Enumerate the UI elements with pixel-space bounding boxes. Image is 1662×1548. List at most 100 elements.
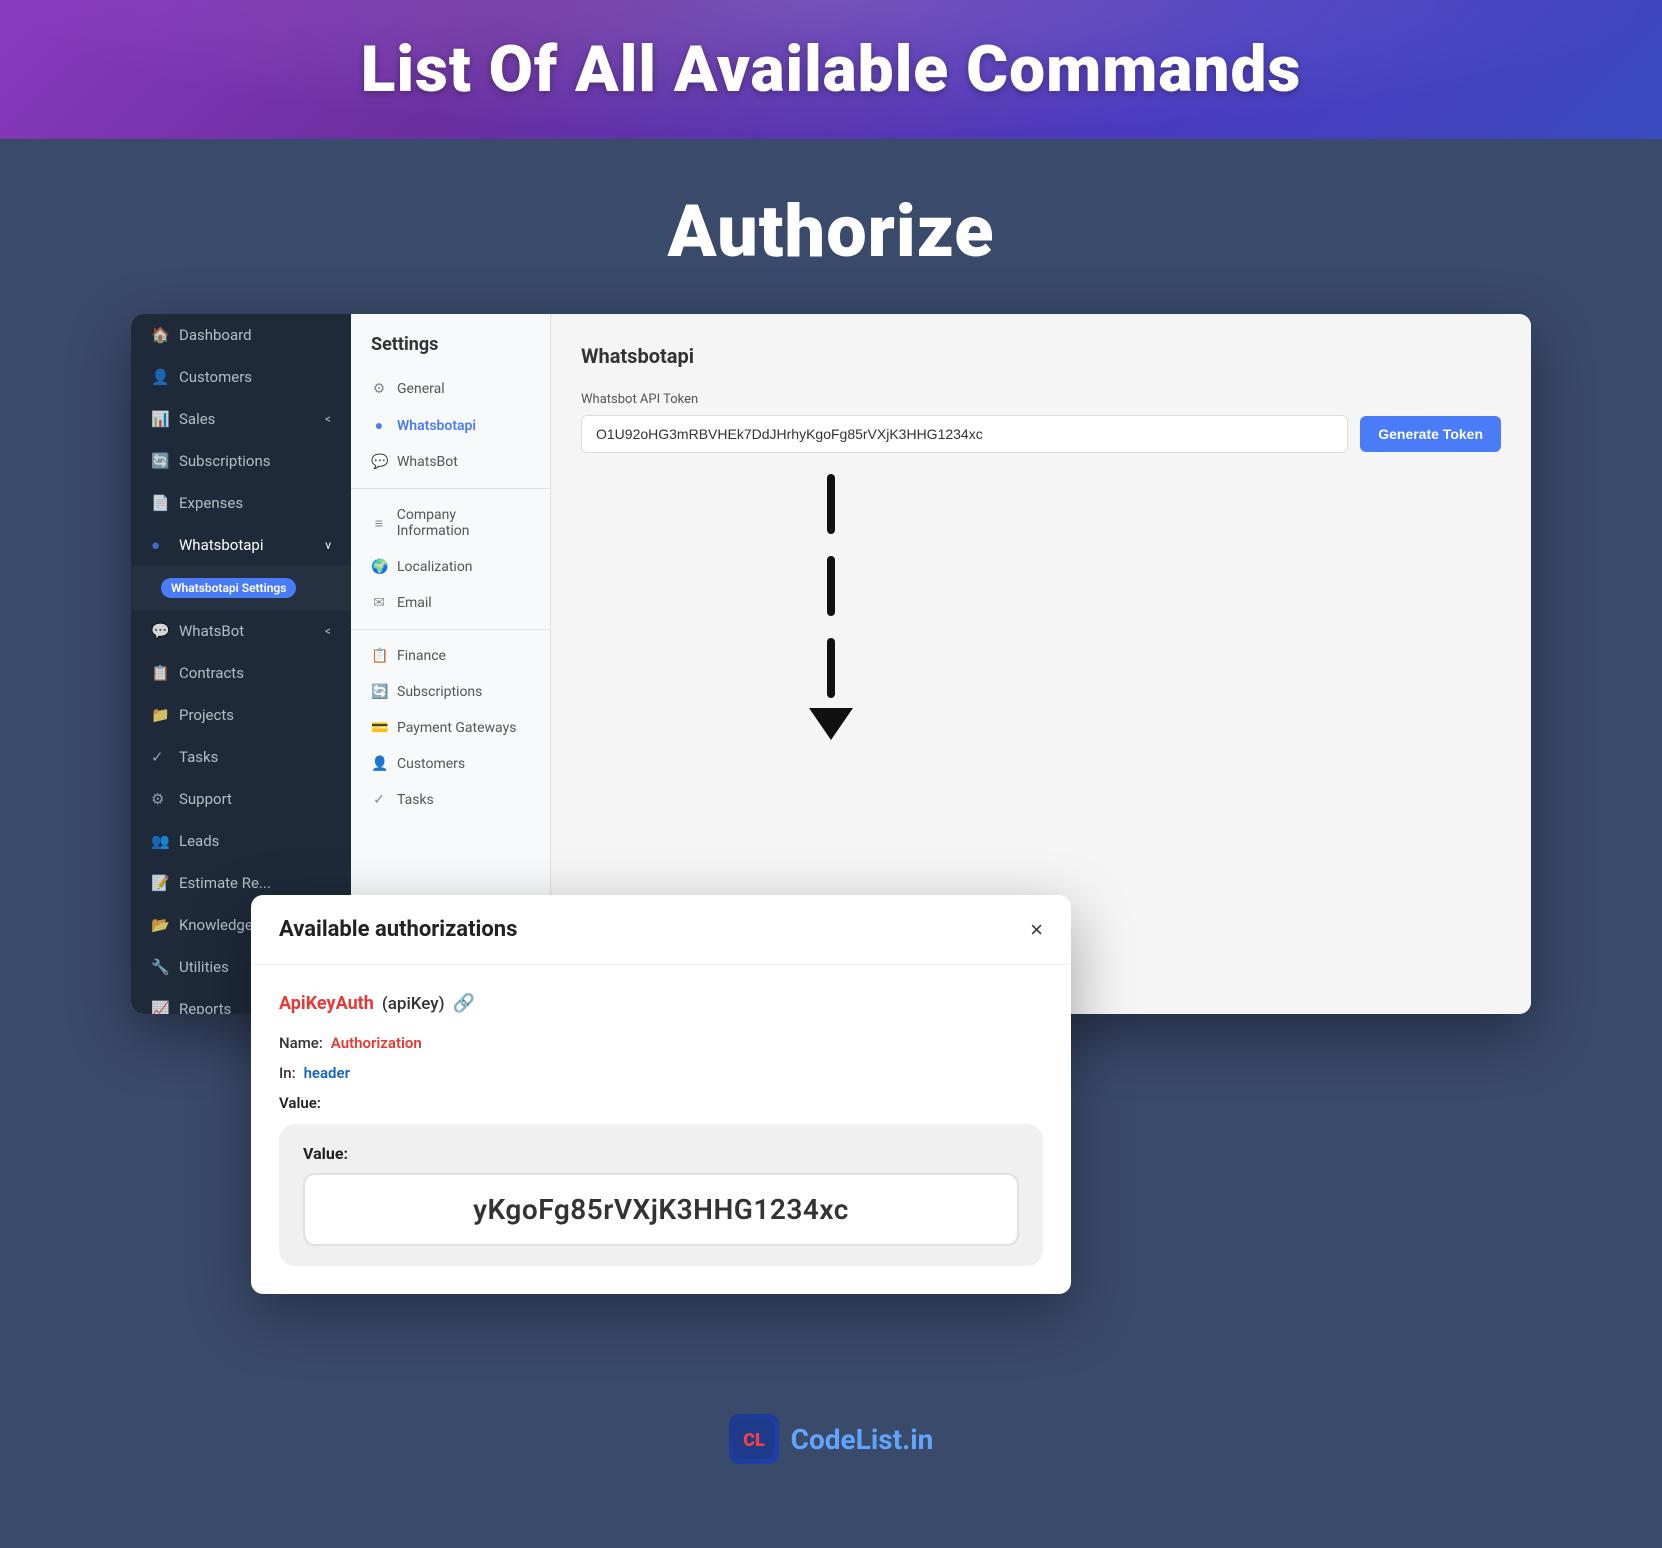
main-panel-title: Whatsbotapi [581, 344, 1501, 368]
svg-text:CL: CL [743, 1430, 765, 1451]
sidebar-item-dashboard[interactable]: 🏠 Dashboard [131, 314, 351, 356]
footer-brand-domain: .in [902, 1423, 933, 1456]
settings-panel-title: Settings [351, 334, 550, 371]
settings-item-label: WhatsBot [397, 454, 458, 470]
settings-item-label: Payment Gateways [397, 720, 516, 736]
payment-icon: 💳 [371, 720, 387, 736]
sidebar-item-label: Sales [179, 410, 215, 428]
settings-item-label: Whatsbotapi [397, 418, 476, 434]
token-section: Whatsbot API Token Generate Token [581, 392, 1501, 453]
settings-item-label: Tasks [397, 792, 434, 808]
settings-item-label: Subscriptions [397, 684, 482, 700]
contracts-icon: 📋 [151, 664, 169, 682]
sidebar-item-label: Utilities [179, 958, 229, 976]
settings-item-general[interactable]: ⚙ General [351, 371, 550, 407]
leads-icon: 👥 [151, 832, 169, 850]
email-icon: ✉ [371, 595, 387, 611]
whatsbot-settings-icon: 💬 [371, 454, 387, 470]
sidebar-item-whatsbotapi-settings[interactable]: Whatsbotapi Settings [131, 566, 351, 610]
sidebar-item-label: Projects [179, 706, 234, 724]
sidebar-item-whatsbot[interactable]: 💬 WhatsBot < [131, 610, 351, 652]
token-row: Generate Token [581, 415, 1501, 453]
settings-item-label: Finance [397, 648, 446, 664]
sidebar-item-projects[interactable]: 📁 Projects [131, 694, 351, 736]
dashboard-icon: 🏠 [151, 326, 169, 344]
sidebar-item-label: Reports [179, 1000, 231, 1014]
settings-item-finance[interactable]: 📋 Finance [351, 638, 550, 674]
settings-item-whatsbot[interactable]: 💬 WhatsBot [351, 444, 550, 480]
sidebar-item-expenses[interactable]: 📄 Expenses [131, 482, 351, 524]
expenses-icon: 📄 [151, 494, 169, 512]
reports-icon: 📈 [151, 1000, 169, 1014]
value-outer-label: Value: [279, 1094, 1043, 1112]
settings-item-localization[interactable]: 🌍 Localization [351, 549, 550, 585]
localization-icon: 🌍 [371, 559, 387, 575]
tasks-settings-icon: ✓ [371, 792, 387, 808]
name-field-label: Name: [279, 1034, 323, 1052]
divider-1 [351, 488, 550, 489]
in-field-label: In: [279, 1064, 296, 1082]
knowledge-icon: 📂 [151, 916, 169, 934]
sales-icon: 📊 [151, 410, 169, 428]
sidebar-item-label: Leads [179, 832, 219, 850]
sidebar-item-subscriptions[interactable]: 🔄 Subscriptions [131, 440, 351, 482]
sidebar-submenu-whatsbotapi: Whatsbotapi Settings [131, 566, 351, 610]
general-icon: ⚙ [371, 381, 387, 397]
value-box: Value: yKgoFg85rVXjK3HHG1234xc [279, 1124, 1043, 1266]
settings-item-email[interactable]: ✉ Email [351, 585, 550, 621]
whatsbotapi-settings-icon: ● [371, 417, 387, 434]
sidebar-item-customers[interactable]: 👤 Customers [131, 356, 351, 398]
settings-item-whatsbotapi[interactable]: ● Whatsbotapi [351, 407, 550, 444]
in-field-row: In: header [279, 1064, 1043, 1082]
sidebar-item-label: Whatsbotapi [179, 536, 264, 554]
sidebar-item-support[interactable]: ⚙ Support [131, 778, 351, 820]
whatsbotapi-icon: ● [151, 536, 169, 554]
settings-item-tasks2[interactable]: ✓ Tasks [351, 782, 550, 818]
subscriptions-icon2: 🔄 [371, 684, 387, 700]
settings-item-customers[interactable]: 👤 Customers [351, 746, 550, 782]
whatsbotapi-arrow: v [325, 538, 331, 552]
footer-brand-list: List [856, 1423, 902, 1456]
subscriptions-icon: 🔄 [151, 452, 169, 470]
sidebar-item-tasks[interactable]: ✓ Tasks [131, 736, 351, 778]
main-content: 🏠 Dashboard 👤 Customers 📊 Sales < 🔄 Subs… [131, 314, 1531, 1014]
finance-icon: 📋 [371, 648, 387, 664]
sidebar-item-whatsbotapi[interactable]: ● Whatsbotapi v [131, 524, 351, 566]
tasks-icon: ✓ [151, 748, 169, 766]
value-box-label: Value: [303, 1144, 1019, 1163]
company-icon: ≡ [371, 515, 387, 532]
customers-icon: 👤 [151, 368, 169, 386]
settings-item-subscriptions[interactable]: 🔄 Subscriptions [351, 674, 550, 710]
footer-brand-text: CodeList.in [791, 1423, 934, 1456]
modal-title: Available authorizations [279, 917, 517, 942]
sidebar-item-leads[interactable]: 👥 Leads [131, 820, 351, 862]
support-icon: ⚙ [151, 790, 169, 808]
codelist-logo-svg: CL [734, 1419, 774, 1459]
value-box-inner: yKgoFg85rVXjK3HHG1234xc [303, 1173, 1019, 1246]
settings-item-label: General [397, 381, 445, 397]
sidebar-item-contracts[interactable]: 📋 Contracts [131, 652, 351, 694]
name-field-value: Authorization [331, 1034, 422, 1052]
settings-item-company-info[interactable]: ≡ Company Information [351, 497, 550, 549]
sidebar-item-label: Contracts [179, 664, 244, 682]
whatsbot-icon: 💬 [151, 622, 169, 640]
sidebar-item-label: Customers [179, 368, 252, 386]
api-value-text: yKgoFg85rVXjK3HHG1234xc [329, 1193, 993, 1226]
sidebar-item-label: WhatsBot [179, 622, 244, 640]
modal-close-button[interactable]: × [1030, 919, 1043, 941]
projects-icon: 📁 [151, 706, 169, 724]
modal-header: Available authorizations × [251, 895, 1071, 965]
modal-body: ApiKeyAuth (apiKey) 🔗 Name: Authorizatio… [251, 965, 1071, 1294]
sidebar-item-sales[interactable]: 📊 Sales < [131, 398, 351, 440]
link-icon[interactable]: 🔗 [453, 993, 475, 1014]
banner-title: List Of All Available Commands [60, 32, 1602, 107]
api-key-type-label: ApiKeyAuth [279, 993, 374, 1014]
whatsbot-arrow: < [325, 624, 331, 638]
generate-token-button[interactable]: Generate Token [1360, 416, 1501, 452]
whatsbotapi-settings-badge: Whatsbotapi Settings [161, 578, 296, 598]
api-key-paren: (apiKey) [382, 994, 445, 1014]
token-input[interactable] [581, 415, 1348, 453]
authorize-heading: Authorize [668, 139, 995, 314]
estimate-icon: 📝 [151, 874, 169, 892]
settings-item-payment-gateways[interactable]: 💳 Payment Gateways [351, 710, 550, 746]
